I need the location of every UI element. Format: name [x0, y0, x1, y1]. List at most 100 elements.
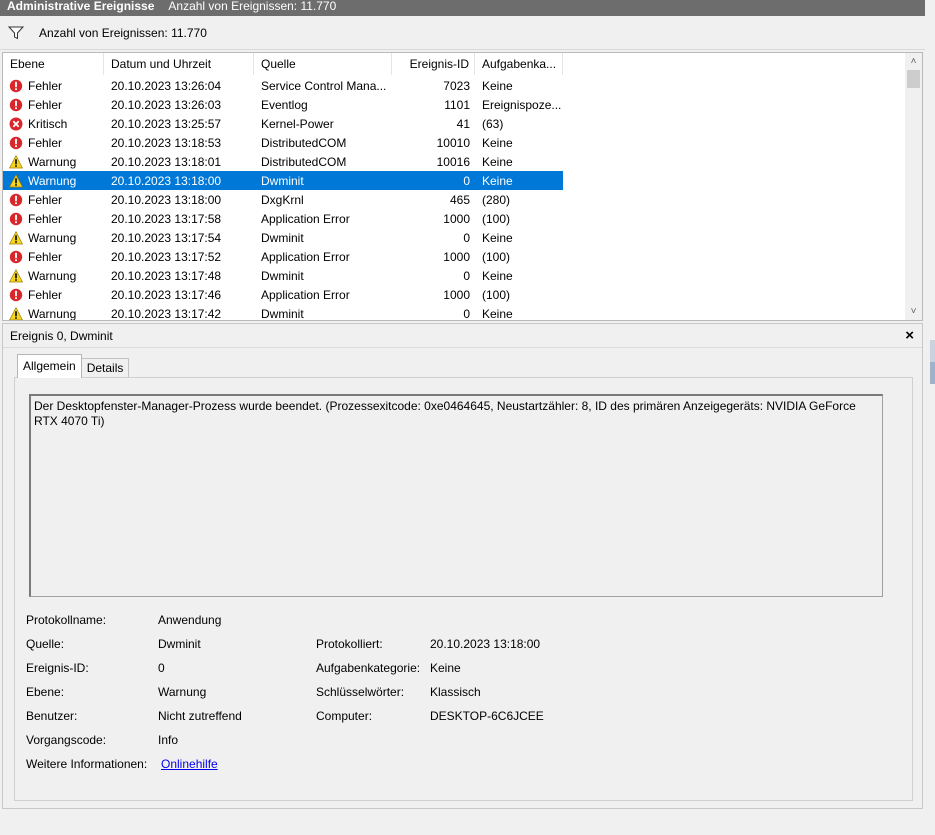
event-source-cell: Application Error	[261, 211, 350, 226]
column-header-date[interactable]: Datum und Uhrzeit	[104, 53, 254, 75]
event-level-cell: Fehler	[3, 288, 104, 302]
label-schluesselwoerter: Schlüsselwörter:	[316, 685, 405, 699]
onlinehilfe-link[interactable]: Onlinehilfe	[161, 757, 218, 771]
event-id-cell: 465	[449, 192, 470, 207]
event-row[interactable]: Warnung 20.10.2023 13:18:00 Dwminit 0 Keine	[3, 171, 563, 190]
value-ebene: Warnung	[158, 685, 207, 699]
value-quelle: Dwminit	[158, 637, 201, 651]
event-row[interactable]: Warnung 20.10.2023 13:17:42 Dwminit 0 Keine	[3, 304, 907, 321]
error-icon	[9, 249, 23, 264]
event-id-cell: 10010	[436, 135, 470, 150]
event-level-cell: Warnung	[3, 155, 104, 169]
event-row[interactable]: Fehler 20.10.2023 13:18:00 DxgKrnl 465 (280)	[3, 190, 907, 209]
event-task-cell: (100)	[482, 211, 511, 226]
warning-icon	[9, 268, 23, 282]
column-header-source[interactable]: Quelle	[254, 53, 392, 75]
event-row[interactable]: Warnung 20.10.2023 13:17:54 Dwminit 0 Keine	[3, 228, 907, 247]
event-row[interactable]: Fehler 20.10.2023 13:17:52 Application Err…	[3, 247, 907, 266]
label-ebene: Ebene:	[26, 685, 65, 699]
label-weitere-informationen: Weitere Informationen:	[26, 757, 148, 771]
event-level-text: Warnung	[28, 173, 77, 188]
event-row[interactable]: Fehler 20.10.2023 13:18:53 DistributedCOM 1…	[3, 133, 907, 152]
label-ereignis-id: Ereignis-ID:	[26, 661, 89, 675]
event-task-cell: Keine	[482, 230, 513, 245]
event-date-cell: 20.10.2023 13:17:58	[111, 211, 222, 226]
filter-bar: Anzahl von Ereignissen: 11.770	[0, 16, 925, 50]
tab-details[interactable]: Details	[80, 358, 130, 378]
event-level-cell: Kritisch	[3, 117, 104, 131]
event-row[interactable]: Warnung 20.10.2023 13:17:48 Dwminit 0 Keine	[3, 266, 907, 285]
error-icon	[9, 78, 23, 93]
event-row[interactable]: Fehler 20.10.2023 13:17:58 Application Err…	[3, 209, 907, 228]
event-task-cell: (100)	[482, 287, 511, 302]
filter-icon[interactable]	[8, 26, 24, 40]
close-icon[interactable]: ×	[905, 324, 914, 348]
event-id-cell: 1000	[443, 249, 470, 264]
event-level-text: Warnung	[28, 306, 77, 321]
event-date-cell: 20.10.2023 13:18:00	[111, 192, 222, 207]
event-task-cell: Keine	[482, 154, 513, 169]
event-date-cell: 20.10.2023 13:17:48	[111, 268, 222, 283]
warning-icon	[9, 306, 23, 320]
event-source-cell: Application Error	[261, 287, 350, 302]
event-task-cell: Keine	[482, 78, 513, 93]
event-level-text: Fehler	[28, 287, 63, 302]
event-id-cell: 1000	[443, 287, 470, 302]
right-edge-strip	[929, 40, 935, 835]
right-edge-marker	[930, 362, 935, 384]
event-detail-title: Ereignis 0, Dwminit	[10, 329, 113, 343]
critical-icon	[9, 117, 23, 130]
label-protokolliert: Protokolliert:	[316, 637, 383, 651]
event-date-cell: 20.10.2023 13:26:04	[111, 78, 222, 93]
event-date-cell: 20.10.2023 13:18:00	[111, 173, 222, 188]
detail-tabs: Allgemein Details	[17, 354, 130, 378]
event-task-cell: Keine	[482, 268, 513, 283]
event-id-cell: 7023	[443, 78, 470, 93]
event-id-cell: 0	[463, 268, 470, 283]
value-protokolliert: 20.10.2023 13:18:00	[430, 637, 541, 651]
event-level-text: Warnung	[28, 154, 77, 169]
scroll-down-arrow-icon[interactable]: ˅	[905, 303, 922, 320]
log-event-count: Anzahl von Ereignissen: 11.770	[168, 0, 337, 13]
event-source-cell: Dwminit	[261, 268, 304, 283]
event-id-cell: 0	[463, 306, 470, 321]
event-id-cell: 1101	[444, 97, 470, 112]
event-level-text: Fehler	[28, 192, 63, 207]
column-header-task-category[interactable]: Aufgabenka...	[475, 53, 563, 75]
event-source-cell: Eventlog	[261, 97, 308, 112]
warning-icon	[9, 154, 23, 168]
event-list[interactable]: Ebene Datum und Uhrzeit Quelle Ereignis-…	[2, 52, 923, 321]
column-header-level[interactable]: Ebene	[3, 53, 104, 75]
label-vorgangscode: Vorgangscode:	[26, 733, 107, 747]
event-source-cell: Dwminit	[261, 306, 304, 321]
event-date-cell: 20.10.2023 13:26:03	[111, 97, 222, 112]
right-edge-marker	[930, 340, 935, 362]
event-id-cell: 41	[456, 116, 470, 131]
event-list-header: Ebene Datum und Uhrzeit Quelle Ereignis-…	[3, 53, 907, 75]
event-message-box[interactable]: Der Desktopfenster-Manager-Prozess wurde…	[29, 394, 883, 597]
event-source-cell: DxgKrnl	[261, 192, 304, 207]
column-header-event-id[interactable]: Ereignis-ID	[392, 53, 475, 75]
event-list-scrollbar[interactable]: ˄ ˅	[905, 53, 922, 320]
event-level-cell: Fehler	[3, 98, 104, 112]
event-task-cell: Keine	[482, 173, 513, 188]
event-id-cell: 10016	[436, 154, 470, 169]
event-list-body: Fehler 20.10.2023 13:26:04 Service Control…	[3, 76, 907, 321]
warning-icon	[9, 173, 23, 187]
event-id-cell: 0	[463, 173, 470, 188]
event-row[interactable]: Fehler 20.10.2023 13:26:04 Service Control…	[3, 76, 907, 95]
event-row[interactable]: Kritisch 20.10.2023 13:25:57 Kernel-Power 4…	[3, 114, 907, 133]
event-date-cell: 20.10.2023 13:18:01	[111, 154, 222, 169]
event-level-cell: Fehler	[3, 193, 104, 207]
scroll-up-arrow-icon[interactable]: ˄	[905, 53, 922, 70]
event-level-cell: Warnung	[3, 306, 104, 321]
tab-allgemein[interactable]: Allgemein	[17, 354, 82, 378]
event-date-cell: 20.10.2023 13:17:46	[111, 287, 222, 302]
event-level-text: Kritisch	[28, 116, 68, 131]
event-row[interactable]: Fehler 20.10.2023 13:26:03 Eventlog 1101 Ere…	[3, 95, 907, 114]
event-source-cell: DistributedCOM	[261, 154, 347, 169]
scroll-thumb[interactable]	[907, 70, 920, 88]
event-row[interactable]: Fehler 20.10.2023 13:17:46 Application Err…	[3, 285, 907, 304]
event-row[interactable]: Warnung 20.10.2023 13:18:01 DistributedCOM…	[3, 152, 907, 171]
event-level-cell: Warnung	[3, 269, 104, 283]
